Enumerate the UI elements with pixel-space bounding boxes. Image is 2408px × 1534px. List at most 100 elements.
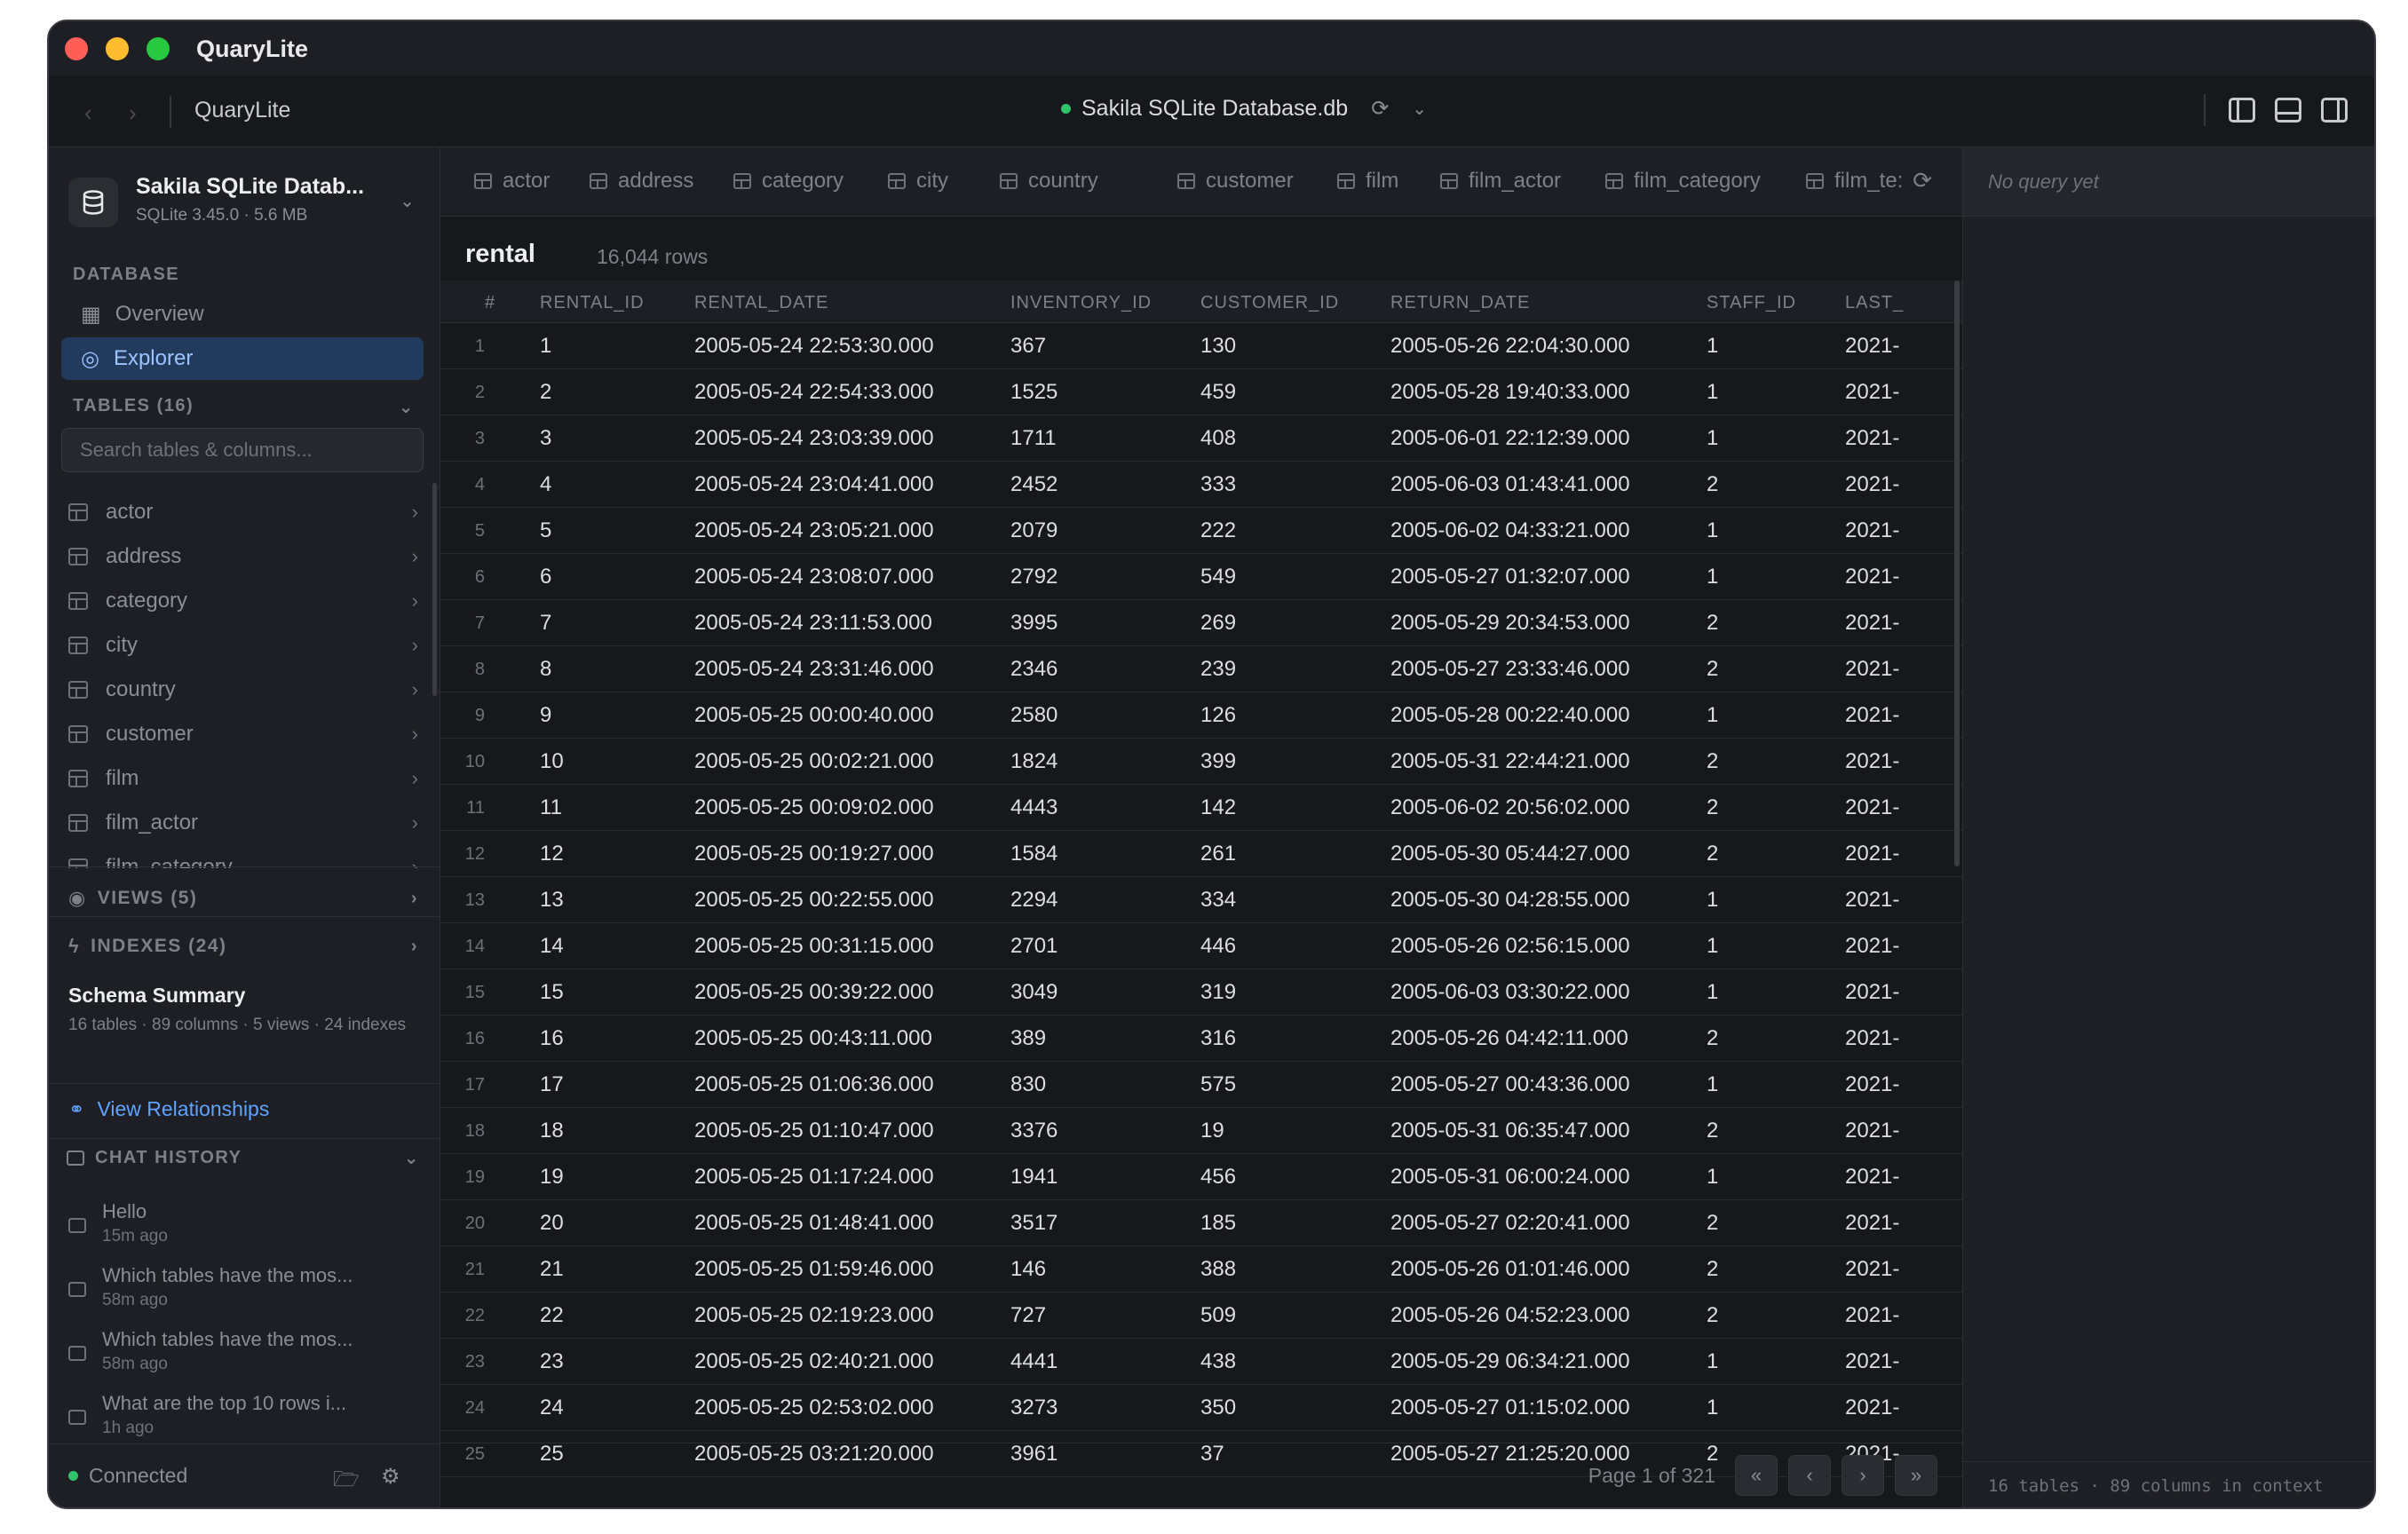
column-header[interactable]: # <box>485 293 495 313</box>
toggle-right-panel-icon[interactable] <box>2321 98 2348 123</box>
tab-city[interactable]: city <box>888 169 948 194</box>
chat-history-item[interactable]: Hello 15m ago <box>68 1200 424 1253</box>
tab-film-actor[interactable]: film_actor <box>1440 169 1561 194</box>
table-row[interactable]: 3 3 2005-05-24 23:03:39.000 1711 408 2005-06-… <box>440 415 1962 462</box>
column-header[interactable]: INVENTORY_ID <box>1010 293 1152 313</box>
sidebar-table-film[interactable]: film › <box>68 756 424 801</box>
search-tables-input[interactable] <box>61 428 424 472</box>
query-panel: No query yet 16 tables · 89 columns in c… <box>1962 147 2374 1507</box>
table-row[interactable]: 6 6 2005-05-24 23:08:07.000 2792 549 2005-05-… <box>440 554 1962 600</box>
tab-actor[interactable]: actor <box>474 169 550 194</box>
sidebar-table-city[interactable]: city › <box>68 623 424 668</box>
sidebar-table-address[interactable]: address › <box>68 534 424 579</box>
cell-rental-date: 2005-05-25 02:19:23.000 <box>694 1303 934 1327</box>
prev-page-button[interactable]: ‹ <box>1788 1455 1831 1496</box>
first-page-button[interactable]: « <box>1735 1455 1778 1496</box>
table-row[interactable]: 21 21 2005-05-25 01:59:46.000 146 388 2005-05… <box>440 1246 1962 1293</box>
tab-customer[interactable]: customer <box>1177 169 1294 194</box>
view-relationships-link[interactable]: ⚭ View Relationships <box>68 1097 269 1121</box>
table-row[interactable]: 4 4 2005-05-24 23:04:41.000 2452 333 2005-06-… <box>440 462 1962 508</box>
indexes-section-header[interactable]: ϟ INDEXES (24) › <box>68 927 418 966</box>
chevron-down-icon[interactable]: ⌄ <box>400 190 415 212</box>
table-row[interactable]: 13 13 2005-05-25 00:22:55.000 2294 334 2005-0… <box>440 877 1962 923</box>
toggle-left-sidebar-icon[interactable] <box>2229 98 2255 123</box>
tab-category[interactable]: category <box>733 169 844 194</box>
chevron-down-icon[interactable]: ⌄ <box>1412 98 1427 120</box>
table-row[interactable]: 22 22 2005-05-25 02:19:23.000 727 509 2005-05… <box>440 1293 1962 1339</box>
forward-arrow-icon[interactable]: › <box>129 99 137 127</box>
table-row[interactable]: 15 15 2005-05-25 00:39:22.000 3049 319 2005-0… <box>440 969 1962 1016</box>
table-row[interactable]: 7 7 2005-05-24 23:11:53.000 3995 269 2005-05-… <box>440 600 1962 646</box>
table-row[interactable]: 10 10 2005-05-25 00:02:21.000 1824 399 2005-0… <box>440 739 1962 785</box>
sidebar-table-customer[interactable]: customer › <box>68 712 424 756</box>
column-header[interactable]: RETURN_DATE <box>1390 293 1530 313</box>
cell-inventory-id: 4441 <box>1010 1349 1058 1373</box>
tab-film[interactable]: film <box>1337 169 1398 194</box>
next-page-button[interactable]: › <box>1842 1455 1884 1496</box>
chat-history-item[interactable]: What are the top 10 rows i... 1h ago <box>68 1392 424 1445</box>
nav-explorer[interactable]: ◎ Explorer <box>61 337 424 380</box>
table-row[interactable]: 17 17 2005-05-25 01:06:36.000 830 575 2005-05… <box>440 1062 1962 1108</box>
tab-film-text[interactable]: film_te: <box>1806 169 1903 194</box>
column-header[interactable]: RENTAL_DATE <box>694 293 828 313</box>
toggle-bottom-panel-icon[interactable] <box>2275 98 2301 123</box>
cell-rental-id: 22 <box>540 1303 564 1327</box>
tab-country[interactable]: country <box>1000 169 1098 194</box>
cell-rental-id: 23 <box>540 1349 564 1373</box>
table-row[interactable]: 18 18 2005-05-25 01:10:47.000 3376 19 2005-05… <box>440 1108 1962 1154</box>
cell-customer-id: 575 <box>1200 1072 1237 1096</box>
connection-status-dot <box>1061 104 1071 114</box>
folder-icon[interactable]: 🗁 <box>333 1464 360 1500</box>
table-row[interactable]: 23 23 2005-05-25 02:40:21.000 4441 438 2005-0… <box>440 1339 1962 1385</box>
refresh-tabs-icon[interactable]: ⟳ <box>1905 167 1932 194</box>
table-row[interactable]: 5 5 2005-05-24 23:05:21.000 2079 222 2005-06-… <box>440 508 1962 554</box>
cell-return-date: 2005-05-28 00:22:40.000 <box>1390 703 1630 727</box>
close-window-button[interactable] <box>65 37 88 60</box>
column-header[interactable]: LAST_ <box>1845 293 1904 313</box>
table-row[interactable]: 14 14 2005-05-25 00:31:15.000 2701 446 2005-0… <box>440 923 1962 969</box>
sidebar-table-film-actor[interactable]: film_actor › <box>68 801 424 845</box>
cell-staff-id: 1 <box>1707 380 1719 404</box>
chat-history-item[interactable]: Which tables have the mos... 58m ago <box>68 1264 424 1317</box>
cell-return-date: 2005-05-31 22:44:21.000 <box>1390 749 1630 773</box>
sidebar-table-actor[interactable]: actor › <box>68 490 424 534</box>
column-header[interactable]: STAFF_ID <box>1707 293 1796 313</box>
table-row[interactable]: 2 2 2005-05-24 22:54:33.000 1525 459 2005-05-… <box>440 369 1962 415</box>
cell-staff-id: 2 <box>1707 1303 1719 1327</box>
tab-address[interactable]: address <box>590 169 693 194</box>
nav-overview[interactable]: ▦ Overview <box>61 293 424 336</box>
zoom-window-button[interactable] <box>147 37 170 60</box>
table-row[interactable]: 19 19 2005-05-25 01:17:24.000 1941 456 2005-0… <box>440 1154 1962 1200</box>
column-header[interactable]: CUSTOMER_ID <box>1200 293 1339 313</box>
sidebar-table-country[interactable]: country › <box>68 668 424 712</box>
refresh-icon[interactable]: ⟳ <box>1371 96 1389 122</box>
database-card[interactable]: Sakila SQLite Datab... SQLite 3.45.0 · 5… <box>68 172 424 236</box>
sidebar-table-category[interactable]: category › <box>68 579 424 623</box>
gear-icon[interactable]: ⚙ <box>381 1464 400 1490</box>
cell-inventory-id: 2580 <box>1010 703 1058 727</box>
database-section-label: DATABASE <box>73 265 180 284</box>
table-row[interactable]: 8 8 2005-05-24 23:31:46.000 2346 239 2005-05-… <box>440 646 1962 692</box>
table-list-scrollbar[interactable] <box>432 483 437 696</box>
table-row[interactable]: 11 11 2005-05-25 00:09:02.000 4443 142 2005-0… <box>440 785 1962 831</box>
table-row[interactable]: 1 1 2005-05-24 22:53:30.000 367 130 2005-05-2… <box>440 323 1962 369</box>
table-row[interactable]: 20 20 2005-05-25 01:48:41.000 3517 185 2005-0… <box>440 1200 1962 1246</box>
column-header[interactable]: RENTAL_ID <box>540 293 645 313</box>
table-row[interactable]: 9 9 2005-05-25 00:00:40.000 2580 126 2005-05-… <box>440 692 1962 739</box>
chat-history-header[interactable]: CHAT HISTORY ⌄ <box>67 1147 420 1169</box>
database-selector[interactable]: Sakila SQLite Database.db ⟳ ⌄ <box>1061 96 1427 122</box>
cell-rental-date: 2005-05-24 23:11:53.000 <box>694 611 932 635</box>
table-icon <box>474 173 492 189</box>
minimize-window-button[interactable] <box>106 37 129 60</box>
last-page-button[interactable]: » <box>1895 1455 1937 1496</box>
table-row[interactable]: 24 24 2005-05-25 02:53:02.000 3273 350 2005-0… <box>440 1385 1962 1431</box>
tab-film-category[interactable]: film_category <box>1605 169 1761 194</box>
table-row[interactable]: 12 12 2005-05-25 00:19:27.000 1584 261 2005-0… <box>440 831 1962 877</box>
chat-history-item[interactable]: Which tables have the mos... 58m ago <box>68 1328 424 1381</box>
back-arrow-icon[interactable]: ‹ <box>84 99 92 127</box>
table-row[interactable]: 16 16 2005-05-25 00:43:11.000 389 316 2005-05… <box>440 1016 1962 1062</box>
views-section-header[interactable]: ◉ VIEWS (5) › <box>68 879 418 918</box>
grid-vertical-scrollbar[interactable] <box>1954 281 1960 866</box>
tables-section-header[interactable]: TABLES (16) ⌄ <box>73 396 415 418</box>
sidebar-table-film-category[interactable]: film_category › <box>68 845 424 868</box>
